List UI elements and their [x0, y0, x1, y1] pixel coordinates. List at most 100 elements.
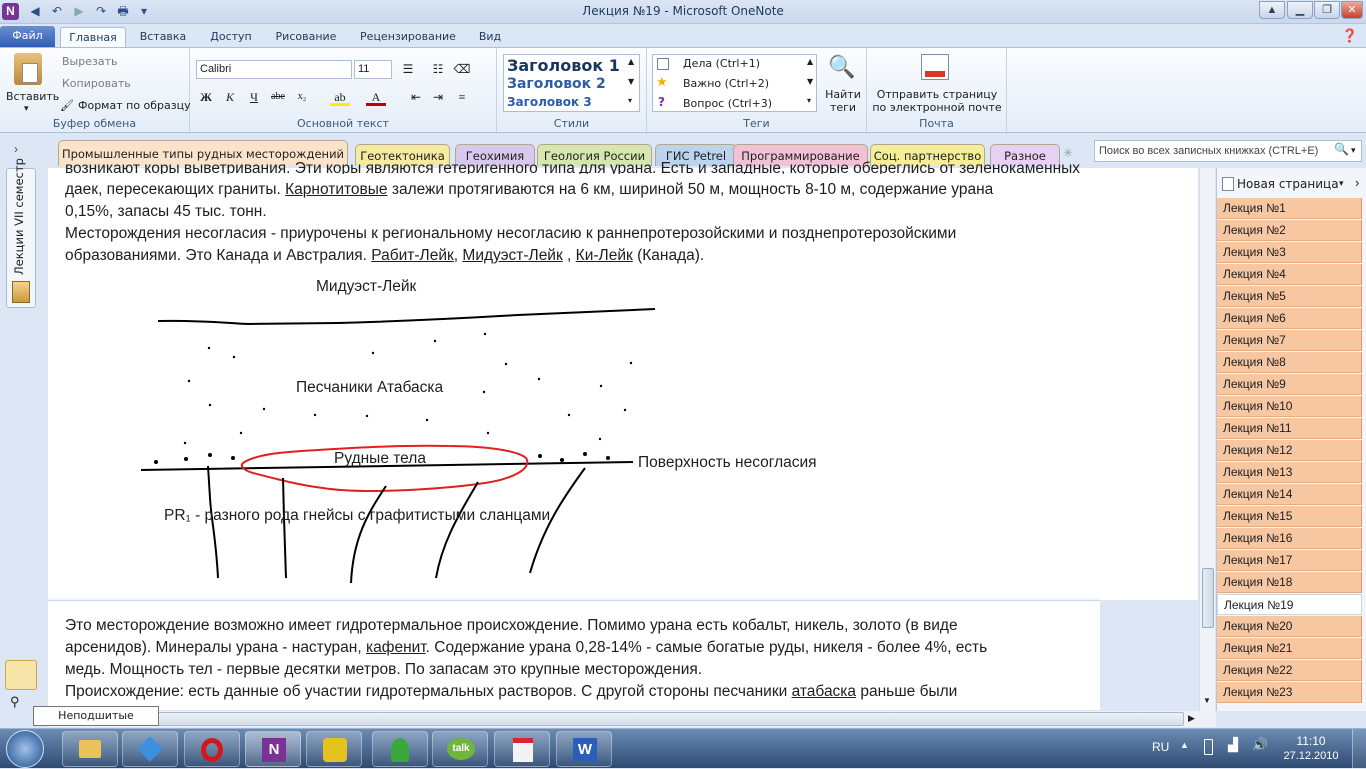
tags-scroll-down-icon[interactable]: ▼ — [807, 77, 813, 86]
volume-icon[interactable]: 🔊 — [1252, 737, 1268, 753]
paste-dropdown-icon[interactable]: ▾ — [24, 104, 29, 114]
scroll-down-icon[interactable]: ▼ — [1203, 696, 1211, 705]
tab-insert[interactable]: Вставка — [132, 27, 194, 48]
page-tab[interactable]: Лекция №3 — [1217, 242, 1362, 263]
help-icon[interactable]: ❓ — [1340, 27, 1360, 48]
horizontal-scroll-thumb[interactable] — [48, 712, 1184, 726]
page-tab[interactable]: Лекция №17 — [1217, 550, 1362, 571]
page-tab[interactable]: Лекция №13 — [1217, 462, 1362, 483]
explorer-taskbar-icon[interactable] — [62, 731, 118, 767]
font-name-combo[interactable]: Calibri — [196, 60, 352, 79]
calendar-taskbar-icon[interactable] — [494, 731, 550, 767]
numbering-icon[interactable]: ☷ — [428, 60, 448, 78]
search-scope-icon[interactable]: ▾ — [1351, 145, 1356, 156]
show-desktop-button[interactable] — [1352, 729, 1366, 769]
vertical-scroll-thumb[interactable] — [1202, 568, 1214, 628]
tags-scroll-up-icon[interactable]: ▲ — [807, 57, 813, 66]
page-tab[interactable]: Лекция №14 — [1217, 484, 1362, 505]
page-tab[interactable]: Лекция №15 — [1217, 506, 1362, 527]
email-page-icon[interactable] — [921, 54, 949, 80]
onenote-taskbar-icon[interactable]: N — [245, 731, 301, 767]
tab-view[interactable]: Вид — [470, 27, 510, 48]
page-canvas-lower[interactable]: Это месторождение возможно имеет гидроте… — [48, 600, 1100, 710]
opera-taskbar-icon[interactable] — [184, 731, 240, 767]
page-tab[interactable]: Лекция №9 — [1217, 374, 1362, 395]
battery-icon[interactable] — [1204, 739, 1213, 755]
new-page-button[interactable]: Новая страница — [1237, 177, 1339, 191]
paste-icon[interactable] — [14, 53, 42, 85]
underline-icon[interactable]: Ч — [244, 88, 264, 106]
horizontal-scrollbar[interactable]: ▶ — [48, 711, 1216, 727]
bold-icon[interactable]: Ж — [196, 88, 216, 106]
tag-important[interactable]: Важно (Ctrl+2) — [683, 77, 769, 90]
page-tab[interactable]: Лекция №21 — [1217, 638, 1362, 659]
bullets-icon[interactable]: ☰ — [398, 60, 418, 78]
clear-formatting-icon[interactable]: ⌫ — [452, 60, 472, 78]
tag-todo[interactable]: Дела (Ctrl+1) — [683, 57, 760, 70]
page-tab[interactable]: Лекция №18 — [1217, 572, 1362, 593]
tab-file[interactable]: Файл — [0, 26, 55, 48]
cut-button[interactable]: Вырезать — [62, 55, 117, 68]
page-tab[interactable]: Лекция №5 — [1217, 286, 1362, 307]
search-icon[interactable]: 🔍 — [1334, 142, 1349, 156]
maximize-button[interactable]: ❐ — [1314, 1, 1340, 19]
tab-share[interactable]: Доступ — [200, 27, 262, 48]
word-taskbar-icon[interactable]: W — [556, 731, 612, 767]
align-icon[interactable]: ≡ — [452, 88, 472, 106]
gtalk-taskbar-icon[interactable]: talk — [432, 731, 488, 767]
subscript-icon[interactable]: x₂ — [292, 88, 312, 106]
page-tab[interactable]: Лекция №8 — [1217, 352, 1362, 373]
outdent-icon[interactable]: ⇤ — [406, 88, 426, 106]
close-button[interactable]: ✕ — [1341, 1, 1363, 19]
page-tab[interactable]: Лекция №20 — [1217, 616, 1362, 637]
minimize-button[interactable]: ▁ — [1287, 1, 1313, 19]
styles-more-icon[interactable]: ▾ — [628, 96, 632, 105]
page-tab[interactable]: Лекция №6 — [1217, 308, 1362, 329]
tag-question[interactable]: Вопрос (Ctrl+3) — [683, 97, 772, 110]
page-tab[interactable]: Лекция №16 — [1217, 528, 1362, 549]
page-tab[interactable]: Лекция №23 — [1217, 682, 1362, 703]
page-tab[interactable]: Лекция №2 — [1217, 220, 1362, 241]
find-tags-icon[interactable]: 🔍 — [827, 54, 857, 84]
dock-icon[interactable]: ⚲ — [10, 694, 34, 709]
font-color-icon[interactable]: A — [366, 88, 386, 106]
collapse-pages-icon[interactable]: › — [1355, 175, 1359, 190]
clock-time[interactable]: 11:10 — [1288, 734, 1334, 748]
page-tab[interactable]: Лекция №22 — [1217, 660, 1362, 681]
tab-draw[interactable]: Рисование — [268, 27, 344, 48]
expand-nav-icon[interactable]: › — [14, 142, 18, 156]
language-indicator[interactable]: RU — [1152, 740, 1169, 754]
page-tab[interactable]: Лекция №1 — [1217, 198, 1362, 219]
new-page-dropdown-icon[interactable]: ▾ — [1339, 178, 1344, 189]
page-tab[interactable]: Лекция №7 — [1217, 330, 1362, 351]
styles-scroll-up-icon[interactable]: ▲ — [628, 57, 634, 66]
page-tab[interactable]: Лекция №4 — [1217, 264, 1362, 285]
paste-button[interactable]: Вставить — [6, 90, 59, 103]
plant-taskbar-icon[interactable] — [372, 731, 428, 767]
start-button[interactable] — [6, 730, 44, 768]
page-tab[interactable]: Лекция №19 — [1217, 594, 1362, 615]
show-hidden-icons-icon[interactable]: ▲ — [1180, 740, 1189, 750]
page-tab[interactable]: Лекция №10 — [1217, 396, 1362, 417]
indent-icon[interactable]: ⇥ — [428, 88, 448, 106]
styles-scroll-down-icon[interactable]: ▼ — [628, 77, 634, 86]
format-painter-button[interactable]: Формат по образцу — [78, 99, 191, 112]
copy-button[interactable]: Копировать — [62, 77, 131, 90]
scroll-right-icon[interactable]: ▶ — [1188, 713, 1195, 724]
highlight-icon[interactable]: ab — [330, 88, 350, 106]
format-painter-icon[interactable]: 🖌 — [60, 99, 74, 112]
strikethrough-icon[interactable]: abe — [268, 88, 288, 106]
style-heading-3[interactable]: Заголовок 3 — [507, 95, 592, 109]
page-tab[interactable]: Лекция №12 — [1217, 440, 1362, 461]
email-page-button[interactable]: Отправить страницу по электронной почте — [871, 88, 1003, 114]
search-input[interactable]: Поиск во всех записных книжках (CTRL+E) — [1094, 140, 1362, 162]
tab-review[interactable]: Рецензирование — [352, 27, 464, 48]
page-tab[interactable]: Лекция №11 — [1217, 418, 1362, 439]
ribbon-toggle-icon[interactable]: ▲ — [1259, 1, 1285, 19]
vertical-scrollbar[interactable]: ▼ — [1199, 168, 1215, 711]
style-heading-1[interactable]: Заголовок 1 — [507, 56, 620, 75]
font-size-combo[interactable]: 11 — [354, 60, 392, 79]
network-icon[interactable]: ▟ — [1228, 737, 1238, 753]
winamp-taskbar-icon[interactable] — [306, 731, 362, 767]
tab-home[interactable]: Главная — [60, 27, 126, 48]
